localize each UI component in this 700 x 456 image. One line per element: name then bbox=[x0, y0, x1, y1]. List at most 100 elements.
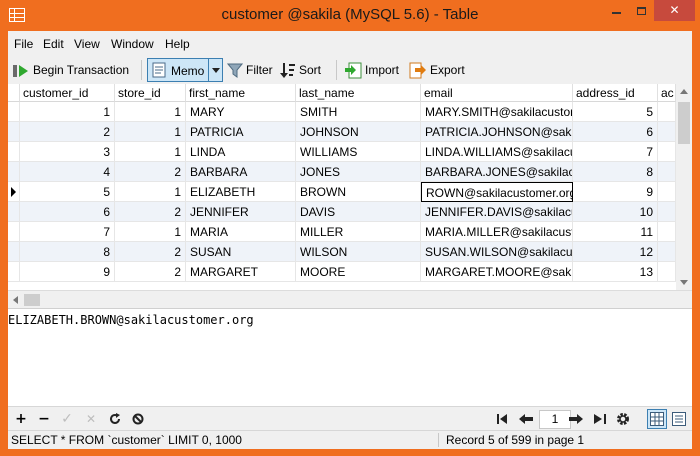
active-cell[interactable] bbox=[658, 102, 676, 122]
active-cell[interactable] bbox=[658, 142, 676, 162]
row-header[interactable] bbox=[8, 222, 20, 242]
customer-id-cell[interactable]: 5 bbox=[20, 182, 115, 202]
previous-page-button[interactable] bbox=[517, 410, 535, 428]
email-cell[interactable]: JENNIFER.DAVIS@sakilacust bbox=[421, 202, 573, 222]
address-id-cell[interactable]: 11 bbox=[573, 222, 658, 242]
column-header-address-id[interactable]: address_id bbox=[573, 84, 658, 102]
customer-id-cell[interactable]: 8 bbox=[20, 242, 115, 262]
address-id-cell[interactable]: 10 bbox=[573, 202, 658, 222]
store-id-cell[interactable]: 1 bbox=[115, 122, 186, 142]
address-id-cell[interactable]: 9 bbox=[573, 182, 658, 202]
address-id-cell[interactable]: 6 bbox=[573, 122, 658, 142]
table-row[interactable]: 5 1 ELIZABETH BROWN ROWN@sakilacustomer.org 9 bbox=[8, 182, 676, 202]
email-cell[interactable]: MARIA.MILLER@sakilacusto bbox=[421, 222, 573, 242]
table-row[interactable]: 6 2 JENNIFER DAVIS JENNIFER.DAVIS@sakilacust… bbox=[8, 202, 676, 222]
delete-record-button[interactable]: − bbox=[35, 410, 53, 428]
import-button[interactable]: Import bbox=[342, 58, 404, 82]
store-id-cell[interactable]: 1 bbox=[115, 182, 186, 202]
close-button[interactable]: ✕ bbox=[654, 0, 695, 21]
memo-dropdown-button[interactable] bbox=[208, 58, 223, 82]
scroll-up-icon[interactable] bbox=[680, 89, 688, 94]
customer-id-cell[interactable]: 9 bbox=[20, 262, 115, 282]
last-name-cell[interactable]: MOORE bbox=[296, 262, 421, 282]
row-header[interactable] bbox=[8, 182, 20, 202]
data-grid[interactable]: customer_id store_id first_name last_nam… bbox=[8, 84, 692, 290]
address-id-cell[interactable]: 8 bbox=[573, 162, 658, 182]
last-name-cell[interactable]: JONES bbox=[296, 162, 421, 182]
export-button[interactable]: Export bbox=[407, 58, 469, 82]
settings-button[interactable] bbox=[614, 410, 632, 428]
first-name-cell[interactable]: ELIZABETH bbox=[186, 182, 296, 202]
table-row[interactable]: 8 2 SUSAN WILSON SUSAN.WILSON@sakilacust 12 bbox=[8, 242, 676, 262]
first-name-cell[interactable]: PATRICIA bbox=[186, 122, 296, 142]
grid-view-button[interactable] bbox=[647, 409, 667, 429]
address-id-cell[interactable]: 13 bbox=[573, 262, 658, 282]
discard-changes-button[interactable]: ✕ bbox=[82, 410, 100, 428]
horizontal-scroll-thumb[interactable] bbox=[24, 294, 40, 306]
column-header-active[interactable]: ac bbox=[658, 84, 676, 102]
active-cell[interactable] bbox=[658, 182, 676, 202]
row-header[interactable] bbox=[8, 122, 20, 142]
last-name-cell[interactable]: SMITH bbox=[296, 102, 421, 122]
column-header-email[interactable]: email bbox=[421, 84, 573, 102]
horizontal-scrollbar[interactable] bbox=[8, 290, 692, 308]
first-name-cell[interactable]: BARBARA bbox=[186, 162, 296, 182]
row-header[interactable] bbox=[8, 102, 20, 122]
minimize-button[interactable] bbox=[603, 0, 629, 21]
menu-view[interactable]: View bbox=[74, 37, 100, 51]
last-name-cell[interactable]: BROWN bbox=[296, 182, 421, 202]
first-name-cell[interactable]: SUSAN bbox=[186, 242, 296, 262]
column-header-customer-id[interactable]: customer_id bbox=[20, 84, 115, 102]
row-header[interactable] bbox=[8, 242, 20, 262]
email-cell[interactable]: MARY.SMITH@sakilacustom bbox=[421, 102, 573, 122]
active-cell[interactable] bbox=[658, 202, 676, 222]
scroll-left-icon[interactable] bbox=[13, 296, 18, 304]
begin-transaction-button[interactable]: Begin Transaction bbox=[10, 58, 136, 82]
address-id-cell[interactable]: 12 bbox=[573, 242, 658, 262]
last-name-cell[interactable]: JOHNSON bbox=[296, 122, 421, 142]
memo-text[interactable]: ELIZABETH.BROWN@sakilacustomer.org bbox=[8, 313, 254, 327]
customer-id-cell[interactable]: 6 bbox=[20, 202, 115, 222]
menu-edit[interactable]: Edit bbox=[43, 37, 64, 51]
row-header[interactable] bbox=[8, 202, 20, 222]
email-cell[interactable]: ROWN@sakilacustomer.org bbox=[421, 182, 573, 202]
scroll-down-icon[interactable] bbox=[680, 280, 688, 285]
table-row[interactable]: 9 2 MARGARET MOORE MARGARET.MOORE@sakila 13 bbox=[8, 262, 676, 282]
menu-window[interactable]: Window bbox=[111, 37, 154, 51]
vertical-scroll-thumb[interactable] bbox=[678, 102, 690, 144]
store-id-cell[interactable]: 1 bbox=[115, 102, 186, 122]
apply-changes-button[interactable]: ✓ bbox=[58, 410, 76, 428]
active-cell[interactable] bbox=[658, 262, 676, 282]
refresh-button[interactable] bbox=[106, 410, 124, 428]
column-header-first-name[interactable]: first_name bbox=[186, 84, 296, 102]
stop-button[interactable] bbox=[129, 410, 147, 428]
memo-editor[interactable]: ELIZABETH.BROWN@sakilacustomer.org bbox=[8, 308, 692, 406]
table-row[interactable]: 1 1 MARY SMITH MARY.SMITH@sakilacustom 5 bbox=[8, 102, 676, 122]
table-row[interactable]: 3 1 LINDA WILLIAMS LINDA.WILLIAMS@sakilacus 7 bbox=[8, 142, 676, 162]
email-cell[interactable]: MARGARET.MOORE@sakila bbox=[421, 262, 573, 282]
store-id-cell[interactable]: 2 bbox=[115, 162, 186, 182]
active-cell[interactable] bbox=[658, 222, 676, 242]
first-page-button[interactable] bbox=[494, 410, 512, 428]
last-name-cell[interactable]: WILSON bbox=[296, 242, 421, 262]
form-view-button[interactable] bbox=[669, 409, 689, 429]
email-cell[interactable]: SUSAN.WILSON@sakilacust bbox=[421, 242, 573, 262]
active-cell[interactable] bbox=[658, 162, 676, 182]
column-header-store-id[interactable]: store_id bbox=[115, 84, 186, 102]
filter-button[interactable]: Filter bbox=[226, 58, 276, 82]
email-cell[interactable]: BARBARA.JONES@sakilacus bbox=[421, 162, 573, 182]
menu-help[interactable]: Help bbox=[165, 37, 190, 51]
last-page-button[interactable] bbox=[591, 410, 609, 428]
add-record-button[interactable]: + bbox=[12, 410, 30, 428]
column-header-last-name[interactable]: last_name bbox=[296, 84, 421, 102]
customer-id-cell[interactable]: 2 bbox=[20, 122, 115, 142]
first-name-cell[interactable]: LINDA bbox=[186, 142, 296, 162]
store-id-cell[interactable]: 1 bbox=[115, 222, 186, 242]
customer-id-cell[interactable]: 7 bbox=[20, 222, 115, 242]
address-id-cell[interactable]: 5 bbox=[573, 102, 658, 122]
store-id-cell[interactable]: 2 bbox=[115, 242, 186, 262]
sort-button[interactable]: Sort bbox=[279, 58, 329, 82]
first-name-cell[interactable]: JENNIFER bbox=[186, 202, 296, 222]
address-id-cell[interactable]: 7 bbox=[573, 142, 658, 162]
customer-id-cell[interactable]: 4 bbox=[20, 162, 115, 182]
